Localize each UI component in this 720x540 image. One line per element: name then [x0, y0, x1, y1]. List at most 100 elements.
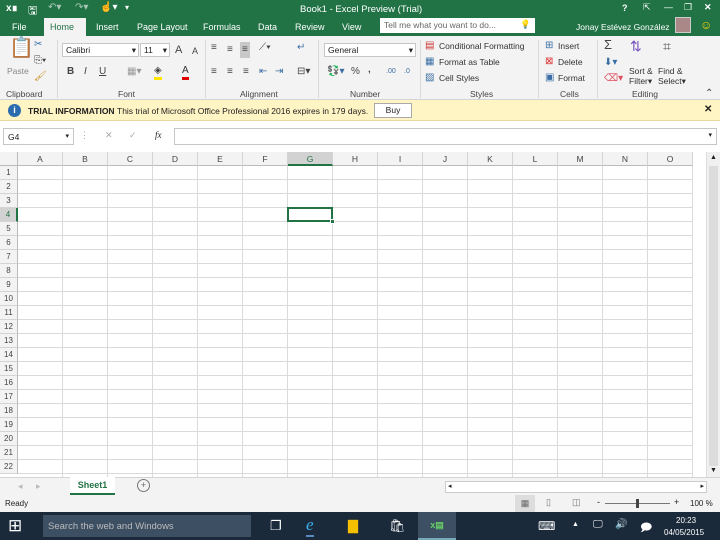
row-header-18[interactable]: 18 — [0, 404, 18, 418]
row-header-7[interactable]: 7 — [0, 250, 18, 264]
middle-align-icon[interactable]: ≡ — [227, 44, 233, 56]
clock-date[interactable]: 04/05/2015 — [664, 528, 704, 537]
tab-review[interactable]: Review — [289, 18, 331, 36]
column-header-O[interactable]: O — [648, 152, 693, 166]
percent-button[interactable]: % — [351, 66, 360, 78]
column-header-J[interactable]: J — [423, 152, 468, 166]
column-header-D[interactable]: D — [153, 152, 198, 166]
increase-decimal-button[interactable]: .00 — [386, 66, 396, 78]
paste-icon[interactable]: 📋 — [9, 38, 34, 58]
selected-cell[interactable] — [287, 207, 335, 224]
autosum-button[interactable]: Σ — [604, 38, 612, 51]
bold-button[interactable]: B — [67, 66, 74, 78]
column-header-B[interactable]: B — [63, 152, 108, 166]
row-header-19[interactable]: 19 — [0, 418, 18, 432]
tab-home[interactable]: Home — [44, 18, 86, 36]
column-header-L[interactable]: L — [513, 152, 558, 166]
user-name[interactable]: Jonay Estévez González — [576, 22, 670, 32]
row-header-2[interactable]: 2 — [0, 180, 18, 194]
format-painter-icon[interactable]: 🖌 — [34, 71, 47, 83]
italic-button[interactable]: I — [84, 66, 87, 78]
decrease-indent-icon[interactable]: ⇤ — [259, 66, 267, 78]
redo-icon[interactable]: ↷▾ — [75, 2, 88, 13]
row-header-10[interactable]: 10 — [0, 292, 18, 306]
orientation-icon[interactable]: ⟋▾ — [259, 42, 271, 54]
row-header-4[interactable]: 4 — [0, 208, 18, 222]
cancel-icon[interactable]: ✕ — [105, 130, 113, 141]
delete-cells-button[interactable]: Delete — [558, 57, 583, 67]
zoom-level[interactable]: 100 % — [690, 499, 713, 508]
page-break-view-icon[interactable]: ◫ — [572, 497, 581, 508]
file-explorer-icon[interactable]: ▇ — [348, 518, 358, 534]
row-header-9[interactable]: 9 — [0, 278, 18, 292]
shrink-font-button[interactable]: A — [192, 45, 198, 57]
font-size-dropdown[interactable]: 11 ▾ — [140, 43, 170, 57]
close-button[interactable]: ✕ — [704, 2, 712, 13]
clear-icon[interactable]: ⌫▾ — [604, 73, 623, 85]
conditional-formatting-button[interactable]: Conditional Formatting — [439, 41, 525, 51]
fill-icon[interactable]: ⬇▾ — [604, 57, 617, 69]
help-icon[interactable]: ? — [622, 3, 628, 13]
row-header-12[interactable]: 12 — [0, 320, 18, 334]
column-header-N[interactable]: N — [603, 152, 648, 166]
fill-color-icon[interactable]: ◈ — [154, 65, 162, 80]
name-box[interactable]: G4 ▾ — [3, 128, 74, 145]
row-header-14[interactable]: 14 — [0, 348, 18, 362]
store-icon[interactable]: 🛍 — [389, 518, 406, 534]
excel-taskbar-icon[interactable]: x▤ — [418, 512, 456, 540]
format-cells-button[interactable]: Format — [558, 73, 585, 83]
fill-handle[interactable] — [330, 219, 335, 224]
wrap-text-icon[interactable]: ↵ — [297, 42, 305, 54]
tab-page-layout[interactable]: Page Layout — [131, 18, 194, 36]
notifications-icon[interactable]: 🗩 — [640, 519, 652, 538]
increase-indent-icon[interactable]: ⇥ — [275, 66, 283, 78]
zoom-out-button[interactable]: - — [597, 497, 600, 507]
spreadsheet-grid[interactable]: A B C D E F G H I J K L M N O 1 2 3 4 5 6 7 8 9 10 11 12 13 14 15 16 17… — [0, 152, 706, 477]
tab-formulas[interactable]: Formulas — [197, 18, 247, 36]
row-header-17[interactable]: 17 — [0, 390, 18, 404]
paste-button[interactable]: Paste — [7, 66, 29, 76]
align-right-icon[interactable]: ≡ — [243, 66, 249, 78]
insert-cells-button[interactable]: Insert — [558, 41, 579, 51]
select-all-button[interactable] — [0, 152, 18, 166]
scroll-down-icon[interactable]: ▼ — [710, 467, 717, 474]
row-header-22[interactable]: 22 — [0, 460, 18, 474]
tab-file[interactable]: File — [6, 18, 33, 36]
decrease-decimal-button[interactable]: .0 — [404, 66, 410, 78]
prev-sheet-icon[interactable]: ◂ — [18, 481, 23, 492]
sort-filter-button[interactable]: Sort & Filter▾ — [629, 66, 653, 87]
row-header-5[interactable]: 5 — [0, 222, 18, 236]
column-header-K[interactable]: K — [468, 152, 513, 166]
column-header-I[interactable]: I — [378, 152, 423, 166]
formula-input[interactable]: ▾ — [174, 128, 717, 145]
normal-view-icon[interactable]: ▦ — [515, 495, 535, 512]
collapse-ribbon-icon[interactable]: ⌃ — [705, 88, 713, 100]
column-header-M[interactable]: M — [558, 152, 603, 166]
find-select-button[interactable]: Find & Select▾ — [658, 66, 686, 87]
cut-icon[interactable]: ✂ — [34, 39, 42, 51]
format-as-table-button[interactable]: Format as Table — [439, 57, 500, 67]
clock-time[interactable]: 20:23 — [676, 516, 696, 525]
buy-button[interactable]: Buy — [374, 103, 412, 118]
tab-insert[interactable]: Insert — [90, 18, 125, 36]
maximize-button[interactable]: ❐ — [684, 2, 692, 13]
zoom-in-button[interactable]: + — [674, 497, 679, 507]
cell-styles-button[interactable]: Cell Styles — [439, 73, 479, 83]
font-color-button[interactable]: A — [182, 65, 189, 80]
keyboard-icon[interactable]: ⌨ — [538, 519, 555, 533]
close-trial-icon[interactable]: ✕ — [704, 104, 712, 115]
row-header-6[interactable]: 6 — [0, 236, 18, 250]
scroll-right-icon[interactable]: ▸ — [700, 482, 704, 490]
row-header-20[interactable]: 20 — [0, 432, 18, 446]
enter-icon[interactable]: ✓ — [129, 130, 137, 141]
row-header-11[interactable]: 11 — [0, 306, 18, 320]
customize-icon[interactable]: ▾ — [125, 3, 129, 12]
copy-icon[interactable]: ⎘▾ — [34, 55, 46, 67]
row-header-8[interactable]: 8 — [0, 264, 18, 278]
underline-button[interactable]: U — [99, 66, 106, 78]
row-header-13[interactable]: 13 — [0, 334, 18, 348]
horizontal-scrollbar[interactable]: ◂ ▸ — [445, 481, 707, 493]
undo-icon[interactable]: ↶▾ — [48, 2, 61, 13]
volume-icon[interactable]: 🔊 — [615, 519, 627, 530]
sheet-tab-sheet1[interactable]: Sheet1 — [70, 477, 115, 495]
